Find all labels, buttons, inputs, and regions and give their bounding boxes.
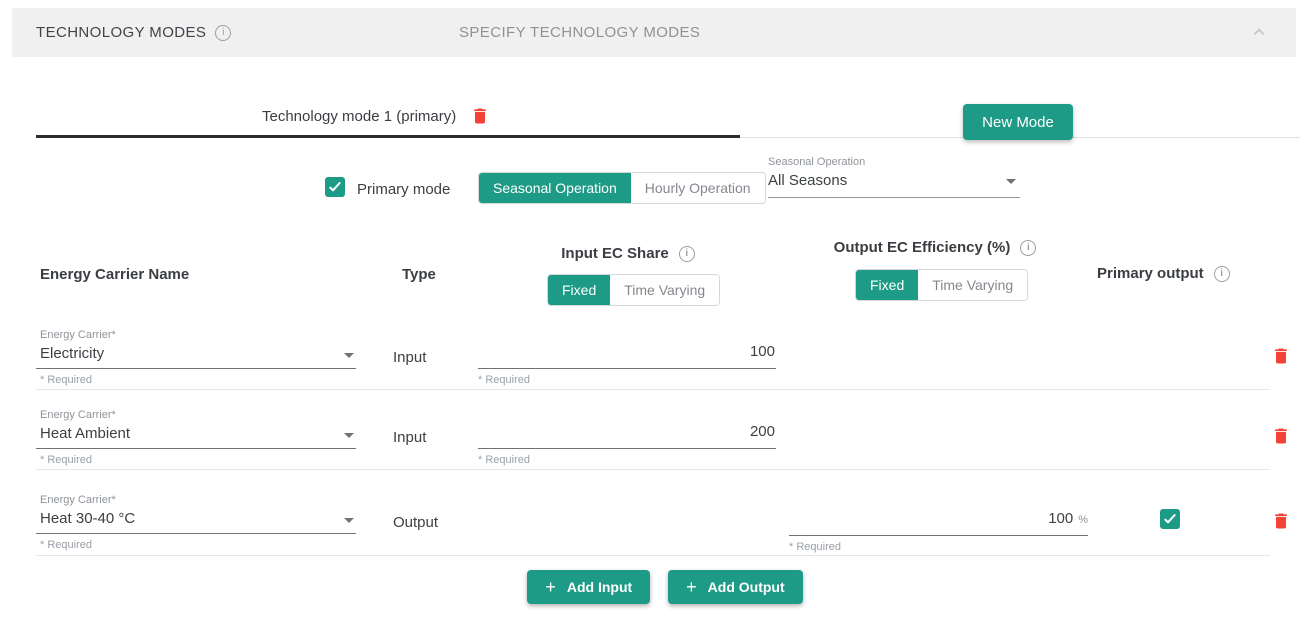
efficiency-value: 100 [1048, 510, 1073, 527]
chevron-down-icon [1006, 179, 1016, 184]
chevron-down-icon[interactable] [344, 433, 354, 438]
primary-output-label: Primary output [1097, 265, 1204, 282]
required-hint: * Required [40, 374, 92, 386]
field-underline [36, 448, 356, 449]
primary-mode-label: Primary mode [357, 181, 450, 198]
delete-row-trash-icon[interactable] [1271, 511, 1291, 531]
tab-label: Technology mode 1 (primary) [262, 108, 456, 125]
row-divider [36, 555, 1270, 556]
field-underline [36, 533, 356, 534]
energy-carrier-select[interactable]: Heat 30-40 °C [40, 510, 135, 527]
chevron-down-icon[interactable] [344, 518, 354, 523]
output-efficiency-field[interactable]: 100 % [789, 510, 1088, 527]
efficiency-unit: % [1078, 514, 1088, 526]
column-header-input-ec-share: Input EC Share i [478, 245, 778, 262]
add-output-button[interactable]: + Add Output [668, 570, 803, 604]
seasonal-operation-option[interactable]: Seasonal Operation [479, 173, 631, 203]
row-divider [36, 469, 1270, 470]
energy-carrier-field-label: Energy Carrier* [40, 409, 116, 421]
technology-modes-panel: TECHNOLOGY MODES i SPECIFY TECHNOLOGY MO… [0, 0, 1308, 623]
chevron-down-icon[interactable] [344, 353, 354, 358]
table-row: Energy Carrier* Heat 30-40 °C * Required… [0, 490, 1308, 556]
chevron-up-icon[interactable] [1248, 21, 1270, 48]
new-mode-button[interactable]: New Mode [963, 104, 1073, 140]
energy-carrier-select[interactable]: Heat Ambient [40, 425, 130, 442]
panel-subtitle: SPECIFY TECHNOLOGY MODES [459, 8, 700, 57]
primary-output-checkbox[interactable] [1160, 509, 1180, 529]
delete-row-trash-icon[interactable] [1271, 346, 1291, 366]
operation-mode-toggle: Seasonal Operation Hourly Operation [478, 172, 766, 204]
column-header-energy-carrier-name: Energy Carrier Name [40, 266, 189, 283]
input-share-mode-toggle: Fixed Time Varying [547, 274, 720, 306]
efficiency-fixed-option[interactable]: Fixed [856, 270, 918, 300]
field-underline [36, 368, 356, 369]
active-tab-indicator [36, 135, 740, 138]
type-cell: Input [393, 429, 426, 446]
table-row: Energy Carrier* Heat Ambient * Required … [0, 405, 1308, 470]
footer-actions: + Add Input + Add Output [0, 570, 1308, 604]
select-value: All Seasons [768, 172, 847, 189]
energy-carrier-select[interactable]: Electricity [40, 345, 104, 362]
plus-icon: + [686, 578, 697, 596]
type-cell: Output [393, 514, 438, 531]
field-underline [478, 448, 776, 449]
select-label: Seasonal Operation [768, 156, 1020, 169]
delete-row-trash-icon[interactable] [1271, 426, 1291, 446]
field-underline [478, 368, 776, 369]
info-icon[interactable]: i [215, 25, 231, 41]
seasonal-operation-select[interactable]: Seasonal Operation All Seasons [768, 156, 1020, 198]
type-cell: Input [393, 349, 426, 366]
info-icon[interactable]: i [679, 246, 695, 262]
energy-carrier-field-label: Energy Carrier* [40, 329, 116, 341]
column-header-output-ec-efficiency: Output EC Efficiency (%) i [775, 239, 1095, 256]
primary-mode-checkbox[interactable] [325, 177, 345, 197]
hourly-operation-option[interactable]: Hourly Operation [631, 173, 765, 203]
required-hint: * Required [40, 539, 92, 551]
share-time-varying-option[interactable]: Time Varying [610, 275, 719, 305]
add-input-button[interactable]: + Add Input [527, 570, 650, 604]
info-icon[interactable]: i [1214, 266, 1230, 282]
panel-header: TECHNOLOGY MODES i SPECIFY TECHNOLOGY MO… [12, 8, 1296, 57]
input-ec-share-label: Input EC Share [561, 245, 669, 262]
column-header-primary-output: Primary output i [1097, 265, 1230, 282]
input-share-field[interactable]: 200 [478, 423, 775, 440]
share-fixed-option[interactable]: Fixed [548, 275, 610, 305]
required-hint: * Required [789, 541, 841, 553]
panel-title: TECHNOLOGY MODES [36, 24, 206, 41]
efficiency-mode-toggle: Fixed Time Varying [855, 269, 1028, 301]
info-icon[interactable]: i [1020, 240, 1036, 256]
plus-icon: + [545, 578, 556, 596]
energy-carrier-field-label: Energy Carrier* [40, 494, 116, 506]
table-row: Energy Carrier* Electricity * Required I… [0, 325, 1308, 390]
required-hint: * Required [478, 374, 530, 386]
row-divider [36, 389, 1270, 390]
add-output-label: Add Output [708, 579, 785, 595]
input-share-field[interactable]: 100 [478, 343, 775, 360]
required-hint: * Required [40, 454, 92, 466]
output-ec-efficiency-label: Output EC Efficiency (%) [834, 239, 1011, 256]
tab-technology-mode-1[interactable]: Technology mode 1 (primary) [262, 106, 490, 126]
column-header-type: Type [402, 266, 436, 283]
delete-mode-trash-icon[interactable] [470, 106, 490, 126]
field-underline [789, 535, 1088, 536]
efficiency-time-varying-option[interactable]: Time Varying [918, 270, 1027, 300]
add-input-label: Add Input [567, 579, 632, 595]
required-hint: * Required [478, 454, 530, 466]
